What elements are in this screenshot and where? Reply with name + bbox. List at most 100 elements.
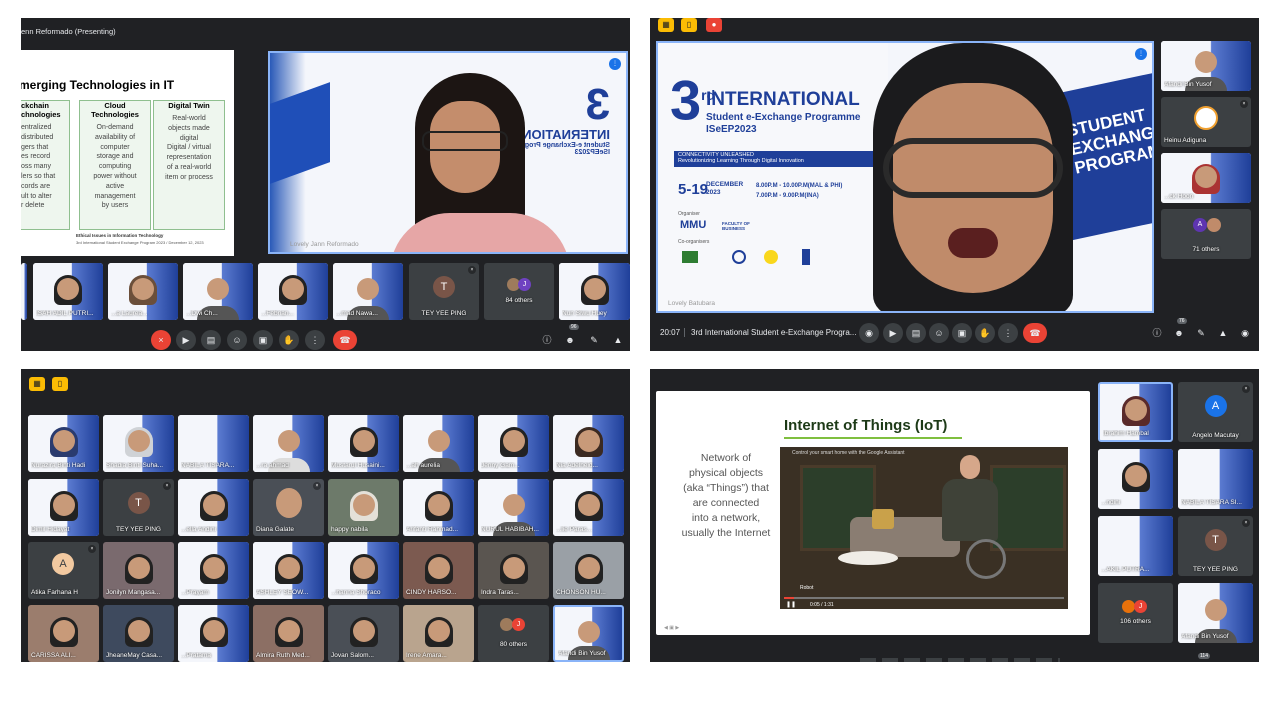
participant-tile[interactable]: ...ah aurelia: [403, 415, 474, 472]
participant-tile[interactable]: Nurazira Binti Hadi: [28, 415, 99, 472]
participant-tile[interactable]: T × TEY YEE PING: [1178, 516, 1253, 576]
participant-tile[interactable]: ...Febrian...: [258, 263, 328, 320]
participant-tile[interactable]: Ibrahim Hambal: [1098, 382, 1173, 442]
activities-icon[interactable]: ▲: [1217, 327, 1229, 339]
raise-hand-button[interactable]: ✋: [975, 323, 995, 343]
participant-tile[interactable]: ...ndini: [1098, 449, 1173, 509]
captions-button[interactable]: ▤: [201, 330, 221, 350]
more-options-button[interactable]: ⋮: [305, 330, 325, 350]
participant-tile[interactable]: JheaneMay Casa...: [103, 605, 174, 662]
play-icon[interactable]: ❚❚: [786, 601, 796, 608]
chat-icon[interactable]: ✎: [1195, 327, 1207, 339]
others-tile[interactable]: J 106 others: [1098, 583, 1173, 643]
participant-tile[interactable]: A × Atika Farhana H: [28, 542, 99, 599]
raise-hand-button[interactable]: ✋: [279, 330, 299, 350]
others-tile[interactable]: J 84 others: [484, 263, 554, 320]
slide-nav[interactable]: ◀ ▣ ▶: [664, 625, 679, 631]
participant-tile[interactable]: CINDY HARSO...: [403, 542, 474, 599]
participant-tile[interactable]: × Heinu Adiguna: [1161, 97, 1251, 147]
participant-tile[interactable]: Mustarul Husaini...: [328, 415, 399, 472]
recording-info-icon[interactable]: ▯: [52, 377, 68, 391]
activities-icon[interactable]: ▲: [612, 334, 624, 346]
people-icon[interactable]: ☻: [1173, 327, 1185, 339]
speaker-glasses: [422, 131, 508, 151]
notes-icon[interactable]: ▦: [658, 18, 674, 32]
present-button[interactable]: ▣: [952, 323, 972, 343]
video-progress-bar[interactable]: [784, 597, 1064, 599]
camera-button[interactable]: ▶: [883, 323, 903, 343]
participant-tile[interactable]: ISAH ADIL PUTRI...: [33, 263, 103, 320]
avatar: A: [1204, 395, 1227, 418]
chat-icon[interactable]: ✎: [588, 334, 600, 346]
participant-tile[interactable]: × Diana Galate: [253, 479, 324, 536]
video-person-body: [942, 479, 998, 541]
participant-tile[interactable]: Nia Adelheid...: [553, 415, 624, 472]
participant-tile[interactable]: Arifanti Rahmad...: [403, 479, 474, 536]
presenter-video[interactable]: 3 INTERNATIONAL Student e-Exchange Progr…: [268, 51, 628, 254]
people-icon[interactable]: ☻: [564, 334, 576, 346]
participant-tile[interactable]: Jenny Gam...: [478, 415, 549, 472]
participant-tile[interactable]: T × TEY YEE PING: [103, 479, 174, 536]
participant-tile[interactable]: ...hanna Shoraco: [328, 542, 399, 599]
emoji-button[interactable]: ☺: [227, 330, 247, 350]
participant-tile[interactable]: ...ella Andini: [178, 479, 249, 536]
speaker-video[interactable]: 3rd INTERNATIONAL Student e-Exchange Pro…: [656, 41, 1154, 313]
meeting-divider: [684, 328, 685, 337]
participant-tile[interactable]: ...Prayam: [178, 542, 249, 599]
participant-tile[interactable]: Dimil Hidayat: [28, 479, 99, 536]
participant-tile[interactable]: [21, 263, 27, 320]
slide-title: merging Technologies in IT: [21, 78, 175, 92]
participant-tile[interactable]: ...ck Hoon: [1161, 153, 1251, 203]
participant-tile[interactable]: ...Dwi Ch...: [183, 263, 253, 320]
participant-tile[interactable]: T × TEY YEE PING: [409, 263, 479, 320]
participant-tile[interactable]: CARISSA ALI...: [28, 605, 99, 662]
participant-tile[interactable]: NURUL HABIBAH...: [478, 479, 549, 536]
participant-tile[interactable]: ...a Laurea...: [108, 263, 178, 320]
participant-tile[interactable]: CHONSON HU...: [553, 542, 624, 599]
more-options-button[interactable]: ⋮: [998, 323, 1018, 343]
meeting-window-video-share: Internet of Things (IoT) Network of phys…: [650, 369, 1259, 662]
participant-tile[interactable]: happy nabila: [328, 479, 399, 536]
participant-tile[interactable]: A × Angelo Macutay: [1178, 382, 1253, 442]
emoji-button[interactable]: ☺: [929, 323, 949, 343]
others-tile[interactable]: J 80 others: [478, 605, 549, 662]
end-call-button[interactable]: ☎: [333, 330, 357, 350]
participant-tile[interactable]: Almira Ruth Med...: [253, 605, 324, 662]
captions-button[interactable]: ▤: [906, 323, 926, 343]
participant-tile[interactable]: Afandi Bin Yusof: [1178, 583, 1253, 643]
participant-tile[interactable]: Afandi Bin Yusof: [553, 605, 624, 662]
present-button[interactable]: ▣: [253, 330, 273, 350]
avatar: T: [1204, 529, 1227, 552]
participant-tile[interactable]: ASHLEY SEOW...: [253, 542, 324, 599]
info-icon[interactable]: ⓘ: [1151, 327, 1163, 339]
mmu-logo: MMU: [680, 219, 707, 231]
participant-tile[interactable]: ...ra ahmad: [253, 415, 324, 472]
participant-tile[interactable]: NABILA TISARA SI...: [1178, 449, 1253, 509]
mic-off-button[interactable]: ×: [151, 330, 171, 350]
participant-tile[interactable]: ...Pratama: [178, 605, 249, 662]
mic-button[interactable]: ◉: [859, 323, 879, 343]
coffee-table: [838, 551, 898, 565]
participant-tile[interactable]: Jonilyn Mangasa...: [103, 542, 174, 599]
participant-tile[interactable]: ...mad Nawa...: [333, 263, 403, 320]
camera-button[interactable]: ▶: [176, 330, 196, 350]
slide-title: Internet of Things (IoT): [784, 417, 948, 434]
record-icon[interactable]: ●: [706, 18, 722, 32]
host-controls-icon[interactable]: ◉: [1239, 327, 1251, 339]
others-tile[interactable]: A 71 others: [1161, 209, 1251, 259]
participant-tile[interactable]: Irene Amara...: [403, 605, 474, 662]
recording-info-icon[interactable]: ▯: [681, 18, 697, 32]
notes-icon[interactable]: ▦: [29, 377, 45, 391]
avatar: [1207, 218, 1221, 232]
participant-tile[interactable]: Jovan Salom...: [328, 605, 399, 662]
embedded-video[interactable]: Control your smart home with the Google …: [780, 447, 1068, 609]
participant-tile[interactable]: Indra Taras...: [478, 542, 549, 599]
participant-tile[interactable]: Shadia Binti Suha...: [103, 415, 174, 472]
participant-tile[interactable]: Afandi Bin Yusof: [1161, 41, 1251, 91]
info-icon[interactable]: ⓘ: [541, 334, 553, 346]
participant-tile[interactable]: NABILA TISARA...: [178, 415, 249, 472]
participant-tile[interactable]: Nun Siwu Huey: [559, 263, 630, 320]
participant-tile[interactable]: ...AKIL PUTRA...: [1098, 516, 1173, 576]
end-call-button[interactable]: ☎: [1023, 323, 1047, 343]
participant-tile[interactable]: ...lie Paras...: [553, 479, 624, 536]
